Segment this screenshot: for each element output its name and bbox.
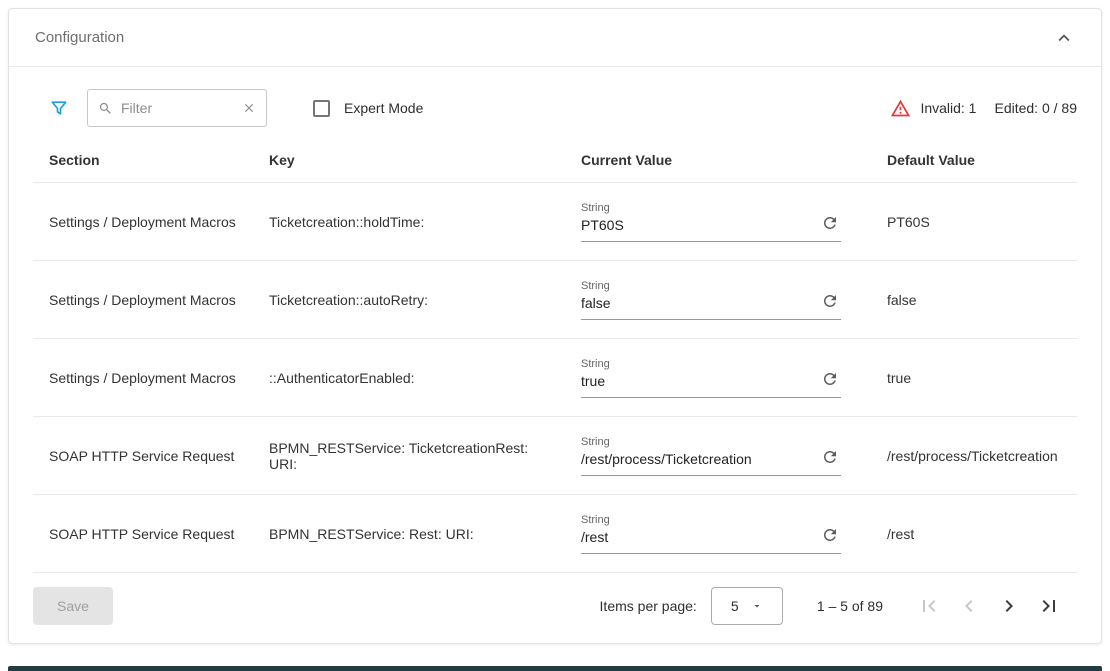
toolbar: Expert Mode Invalid: 1 Edited: 0 / 89 xyxy=(9,67,1101,137)
cell-default-value: true xyxy=(871,370,1077,386)
cell-section: SOAP HTTP Service Request xyxy=(33,448,253,464)
cell-section: SOAP HTTP Service Request xyxy=(33,526,253,542)
value-type-label: String xyxy=(581,436,841,448)
cell-default-value: /rest/process/Ticketcreation xyxy=(871,448,1077,464)
reset-to-default-button[interactable] xyxy=(821,448,839,466)
table-row: Settings / Deployment Macros Ticketcreat… xyxy=(33,183,1077,261)
cell-key: BPMN_RESTService: TicketcreationRest: UR… xyxy=(253,440,565,472)
table-row: SOAP HTTP Service Request BPMN_RESTServi… xyxy=(33,495,1077,573)
refresh-icon xyxy=(821,292,839,310)
refresh-icon xyxy=(821,526,839,544)
column-header-key: Key xyxy=(253,152,565,168)
checkbox-box xyxy=(313,100,330,117)
expert-mode-label: Expert Mode xyxy=(344,100,423,116)
current-value-field: String PT60S xyxy=(581,202,841,242)
last-page-button[interactable] xyxy=(1029,586,1069,626)
previous-page-button[interactable] xyxy=(949,586,989,626)
cell-current-value: String /rest/process/Ticketcreation xyxy=(565,436,871,476)
next-panel-top-edge xyxy=(8,666,1102,671)
save-button[interactable]: Save xyxy=(33,587,113,625)
table-header-row: Section Key Current Value Default Value xyxy=(33,137,1077,183)
value-type-label: String xyxy=(581,358,841,370)
current-value-input[interactable]: /rest/process/Ticketcreation xyxy=(581,451,841,468)
page-title: Configuration xyxy=(35,29,124,46)
value-type-label: String xyxy=(581,280,841,292)
cell-current-value: String true xyxy=(565,358,871,398)
chevron-right-icon xyxy=(997,594,1021,618)
filter-toggle-button[interactable] xyxy=(49,98,69,118)
search-icon xyxy=(98,101,113,116)
invalid-count-label: Invalid: 1 xyxy=(920,100,976,116)
footer: Save Items per page: 5 1 – 5 of 89 xyxy=(9,577,1101,643)
cell-default-value: /rest xyxy=(871,526,1077,542)
table-row: Settings / Deployment Macros ::Authentic… xyxy=(33,339,1077,417)
current-value-field: String true xyxy=(581,358,841,398)
page-range-label: 1 – 5 of 89 xyxy=(817,598,883,614)
cell-current-value: String /rest xyxy=(565,514,871,554)
value-type-label: String xyxy=(581,202,841,214)
current-value-input[interactable]: PT60S xyxy=(581,217,841,234)
reset-to-default-button[interactable] xyxy=(821,292,839,310)
current-value-field: String /rest xyxy=(581,514,841,554)
first-page-icon xyxy=(917,594,941,618)
last-page-icon xyxy=(1037,594,1061,618)
refresh-icon xyxy=(821,370,839,388)
column-header-default-value: Default Value xyxy=(871,152,1077,168)
cell-key: BPMN_RESTService: Rest: URI: xyxy=(253,526,565,542)
configuration-panel: Configuration Expert xyxy=(8,8,1102,644)
table-row: Settings / Deployment Macros Ticketcreat… xyxy=(33,261,1077,339)
cell-default-value: false xyxy=(871,292,1077,308)
panel-header[interactable]: Configuration xyxy=(9,9,1101,67)
cell-key: ::AuthenticatorEnabled: xyxy=(253,370,565,386)
reset-to-default-button[interactable] xyxy=(821,526,839,544)
current-value-input[interactable]: /rest xyxy=(581,529,841,546)
chevron-down-icon xyxy=(751,600,763,612)
table-body: Settings / Deployment Macros Ticketcreat… xyxy=(33,183,1077,573)
table-row: SOAP HTTP Service Request BPMN_RESTServi… xyxy=(33,417,1077,495)
cell-section: Settings / Deployment Macros xyxy=(33,214,253,230)
clear-filter-button[interactable] xyxy=(242,101,256,115)
cell-default-value: PT60S xyxy=(871,214,1077,230)
refresh-icon xyxy=(821,214,839,232)
chevron-left-icon xyxy=(957,594,981,618)
paginator: Items per page: 5 1 – 5 of 89 xyxy=(600,586,1069,626)
first-page-button[interactable] xyxy=(909,586,949,626)
value-type-label: String xyxy=(581,514,841,526)
reset-to-default-button[interactable] xyxy=(821,214,839,232)
chevron-up-icon xyxy=(1053,27,1075,49)
cell-current-value: String PT60S xyxy=(565,202,871,242)
expert-mode-checkbox[interactable]: Expert Mode xyxy=(313,100,423,117)
status-group: Invalid: 1 Edited: 0 / 89 xyxy=(890,98,1077,119)
cell-section: Settings / Deployment Macros xyxy=(33,292,253,308)
current-value-field: String false xyxy=(581,280,841,320)
edited-count-label: Edited: 0 / 89 xyxy=(994,100,1077,116)
current-value-input[interactable]: false xyxy=(581,295,841,312)
collapse-panel-button[interactable] xyxy=(1053,27,1075,49)
cell-key: Ticketcreation::autoRetry: xyxy=(253,292,565,308)
current-value-input[interactable]: true xyxy=(581,373,841,390)
cell-current-value: String false xyxy=(565,280,871,320)
filter-field xyxy=(87,89,267,127)
cell-key: Ticketcreation::holdTime: xyxy=(253,214,565,230)
close-icon xyxy=(242,101,256,115)
filter-input[interactable] xyxy=(121,100,234,116)
items-per-page-value: 5 xyxy=(731,598,739,614)
reset-to-default-button[interactable] xyxy=(821,370,839,388)
column-header-section: Section xyxy=(33,152,253,168)
warning-icon xyxy=(890,98,911,119)
refresh-icon xyxy=(821,448,839,466)
filter-funnel-icon xyxy=(49,98,69,118)
configuration-table: Section Key Current Value Default Value … xyxy=(33,137,1077,577)
items-per-page-label: Items per page: xyxy=(600,598,697,614)
next-page-button[interactable] xyxy=(989,586,1029,626)
column-header-current-value: Current Value xyxy=(565,152,871,168)
items-per-page-select[interactable]: 5 xyxy=(711,587,783,625)
current-value-field: String /rest/process/Ticketcreation xyxy=(581,436,841,476)
cell-section: Settings / Deployment Macros xyxy=(33,370,253,386)
